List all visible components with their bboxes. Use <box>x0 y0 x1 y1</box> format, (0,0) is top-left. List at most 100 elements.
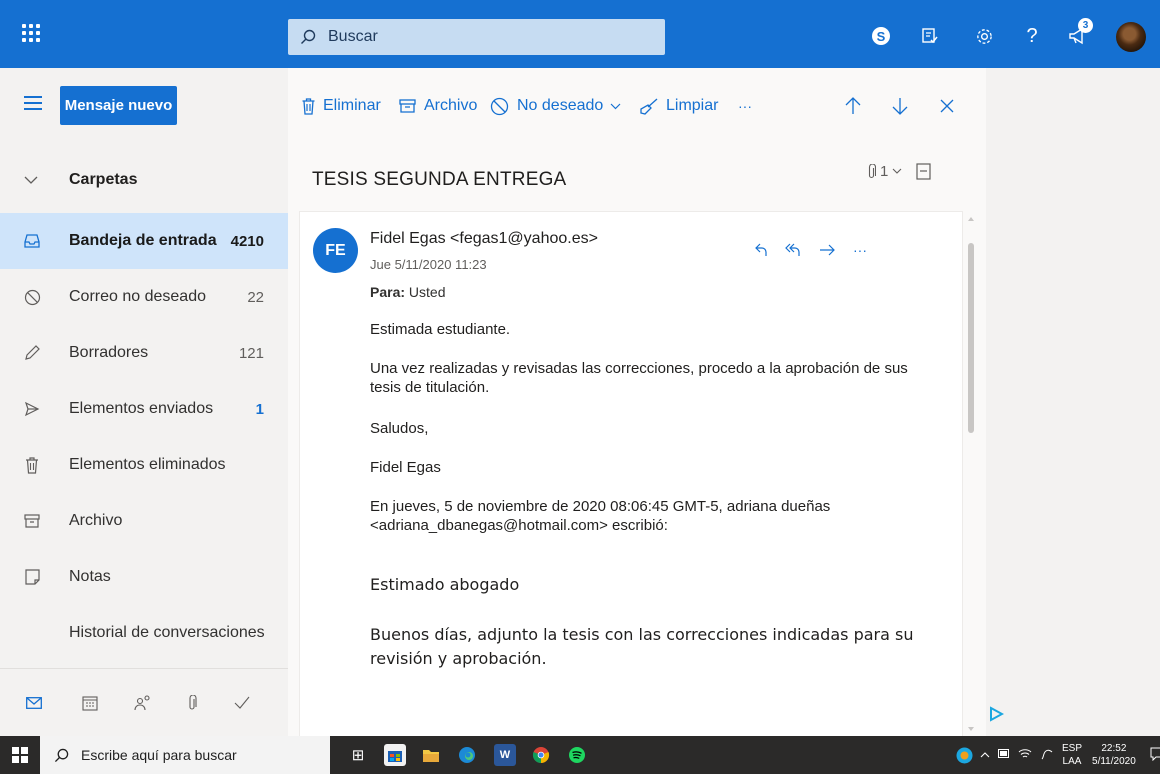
todo-icon[interactable] <box>918 24 942 48</box>
more-actions-button[interactable]: ··· <box>738 86 752 126</box>
app-launcher-icon[interactable] <box>22 24 44 46</box>
note-icon <box>23 568 41 586</box>
recipients-line: Para: Usted <box>370 284 446 300</box>
top-bar: Buscar S ? 3 <box>0 0 1160 68</box>
chevron-down-icon[interactable] <box>892 168 902 175</box>
search-input[interactable]: Buscar <box>288 19 665 55</box>
immersive-reader-icon[interactable] <box>916 163 931 180</box>
help-icon[interactable]: ? <box>1020 24 1044 48</box>
chevron-down-icon <box>24 172 38 188</box>
attachment-count[interactable]: 1 <box>880 163 888 180</box>
pen-icon[interactable] <box>1040 747 1054 764</box>
inbox-icon <box>23 232 41 250</box>
chevron-down-icon[interactable] <box>610 97 621 115</box>
reply-icon[interactable] <box>755 243 767 257</box>
message-card: FE Fidel Egas <fegas1@yahoo.es> Jue 5/11… <box>299 211 963 736</box>
archive-icon <box>23 512 41 530</box>
scrollbar[interactable] <box>967 215 975 735</box>
search-icon <box>54 748 69 762</box>
junk-icon <box>23 288 41 306</box>
skype-icon[interactable]: S <box>869 24 893 48</box>
sidebar-item-drafts[interactable]: Borradores 121 <box>0 325 288 381</box>
message-subject: TESIS SEGUNDA ENTREGA <box>312 169 567 190</box>
recipient[interactable]: Usted <box>409 284 446 300</box>
search-placeholder: Buscar <box>328 28 378 45</box>
message-actions: ··· <box>755 242 885 258</box>
megaphone-icon[interactable]: 3 <box>1066 18 1093 48</box>
gear-icon[interactable] <box>972 24 996 48</box>
folders-header[interactable]: Carpetas <box>0 158 288 202</box>
more-icon[interactable]: ··· <box>853 242 867 258</box>
edge-icon[interactable] <box>456 744 478 766</box>
chevron-up-icon[interactable] <box>980 749 990 761</box>
sidebar-item-deleted[interactable]: Elementos eliminados <box>0 437 288 493</box>
body-paragraph: Estimada estudiante. <box>370 321 511 338</box>
sweep-button[interactable]: Limpiar <box>640 86 718 126</box>
taskbar-search-input[interactable]: Escribe aquí para buscar <box>40 736 330 774</box>
user-avatar[interactable] <box>1116 22 1146 52</box>
command-bar: Eliminar Archivo No deseado Limpiar ··· <box>288 86 968 126</box>
body-paragraph: Saludos, <box>370 420 429 437</box>
sidebar-item-inbox[interactable]: Bandeja de entrada 4210 <box>0 213 288 269</box>
windows-taskbar: Escribe aquí para buscar ⊞ W ESP LAA 22:… <box>0 736 1160 774</box>
sidebar-item-junk[interactable]: Correo no deseado 22 <box>0 269 288 325</box>
trash-icon <box>302 97 315 115</box>
sender-name[interactable]: Fidel Egas <fegas1@yahoo.es> <box>370 230 598 248</box>
clock[interactable]: 22:52 5/11/2020 <box>1092 742 1136 768</box>
language-indicator[interactable]: ESP LAA <box>1062 742 1082 768</box>
battery-icon[interactable] <box>998 749 1010 761</box>
calendar-icon[interactable] <box>80 693 100 713</box>
adchoices-icon[interactable] <box>988 706 1004 722</box>
module-switcher <box>0 668 288 736</box>
sent-date: Jue 5/11/2020 11:23 <box>370 257 487 272</box>
word-icon[interactable]: W <box>494 744 516 766</box>
sender-avatar[interactable]: FE <box>313 228 358 273</box>
notification-center-icon[interactable] <box>1150 747 1160 764</box>
file-explorer-icon[interactable] <box>420 744 442 766</box>
sidebar-item-archive[interactable]: Archivo <box>0 493 288 549</box>
junk-button[interactable]: No deseado <box>490 86 621 126</box>
pencil-icon <box>23 344 41 362</box>
mail-icon[interactable] <box>24 693 44 713</box>
spotify-icon[interactable] <box>566 744 588 766</box>
quoted-paragraph: Buenos días, adjunto la tesis con las co… <box>370 625 914 668</box>
new-message-button[interactable]: Mensaje nuevo <box>60 86 177 125</box>
scroll-up-arrow[interactable] <box>968 217 974 221</box>
task-view-icon[interactable]: ⊞ <box>347 744 369 766</box>
archive-button[interactable]: Archivo <box>399 86 477 126</box>
paperclip-icon[interactable] <box>867 163 876 180</box>
sidebar-item-conversation-history[interactable]: Historial de conversaciones <box>0 605 288 661</box>
reply-all-icon[interactable] <box>785 243 801 257</box>
store-icon[interactable] <box>384 744 406 766</box>
message-body: Estimada estudiante. Una vez realizadas … <box>370 320 940 697</box>
windows-start-icon[interactable] <box>12 747 28 763</box>
scroll-down-arrow[interactable] <box>968 727 974 731</box>
hamburger-menu-icon[interactable] <box>24 96 42 114</box>
reading-pane: TESIS SEGUNDA ENTREGA 1 FE Fidel Egas <f… <box>288 133 986 736</box>
system-tray: ESP LAA 22:52 5/11/2020 <box>956 736 1160 774</box>
paperclip-icon[interactable] <box>182 693 202 713</box>
sidebar-item-notes[interactable]: Notas <box>0 549 288 605</box>
body-paragraph: Una vez realizadas y revisadas las corre… <box>370 360 908 396</box>
help-circle-icon[interactable] <box>956 747 973 764</box>
body-paragraph: Fidel Egas <box>370 459 441 476</box>
send-icon <box>23 400 41 418</box>
arrow-up-icon[interactable] <box>845 86 861 126</box>
people-icon[interactable] <box>133 693 153 713</box>
trash-icon <box>23 456 41 474</box>
close-icon[interactable] <box>940 86 954 126</box>
arrow-down-icon[interactable] <box>892 86 908 126</box>
block-icon <box>490 97 509 116</box>
chrome-icon[interactable] <box>530 744 552 766</box>
wifi-icon[interactable] <box>1018 748 1032 763</box>
delete-button[interactable]: Eliminar <box>302 86 381 126</box>
archive-icon <box>399 98 416 114</box>
scroll-thumb[interactable] <box>968 243 974 433</box>
quoted-paragraph: Estimado abogado <box>370 575 520 594</box>
notification-badge: 3 <box>1078 18 1093 33</box>
forward-icon[interactable] <box>819 244 835 256</box>
todo-check-icon[interactable] <box>232 693 252 713</box>
quoted-message: Estimado abogado Buenos días, adjunto la… <box>370 573 940 671</box>
search-icon <box>301 29 316 44</box>
sidebar-item-sent[interactable]: Elementos enviados 1 <box>0 381 288 437</box>
